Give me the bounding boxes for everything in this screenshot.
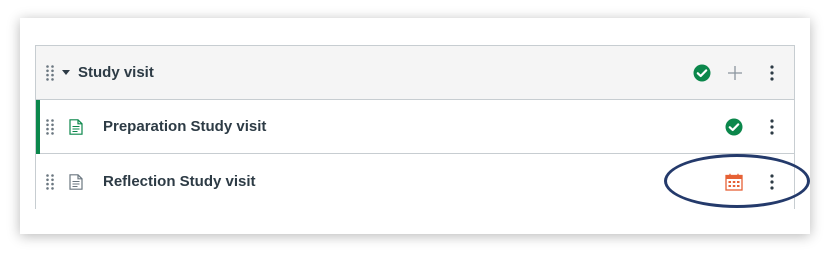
screenshot-card: Study visit Preparation Study visit Refl… (20, 18, 810, 234)
module-container: Study visit Preparation Study visit Refl… (35, 45, 795, 209)
caret-down-icon[interactable] (62, 70, 70, 75)
drag-handle-icon[interactable] (46, 65, 54, 81)
check-circle-icon[interactable] (693, 64, 711, 82)
module-item-title[interactable]: Preparation Study visit (103, 118, 266, 135)
document-icon (69, 119, 83, 135)
published-indicator-bar (36, 100, 40, 154)
kebab-menu-icon[interactable] (769, 174, 775, 190)
calendar-icon[interactable] (725, 173, 743, 191)
module-item-row[interactable]: Preparation Study visit (36, 100, 794, 154)
drag-handle-icon[interactable] (46, 174, 54, 190)
check-circle-icon[interactable] (725, 118, 743, 136)
module-item-row[interactable]: Reflection Study visit (36, 155, 794, 209)
drag-handle-icon[interactable] (46, 119, 54, 135)
kebab-menu-icon[interactable] (769, 65, 775, 81)
kebab-menu-icon[interactable] (769, 119, 775, 135)
module-title[interactable]: Study visit (78, 64, 154, 81)
module-item-title[interactable]: Reflection Study visit (103, 173, 256, 190)
module-header[interactable]: Study visit (36, 46, 794, 100)
plus-icon[interactable] (727, 65, 743, 81)
document-icon (69, 174, 83, 190)
